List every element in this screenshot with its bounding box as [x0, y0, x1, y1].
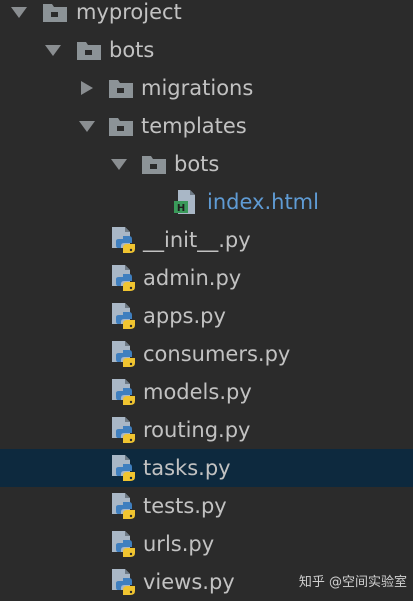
folder-icon — [109, 80, 133, 98]
python-file-icon — [112, 265, 135, 291]
tree-item-apps-py[interactable]: apps.py — [0, 297, 413, 335]
tree-item-routing-py[interactable]: routing.py — [0, 411, 413, 449]
tree-item-init-py[interactable]: __init__.py — [0, 221, 413, 259]
html-file-icon: H — [174, 190, 195, 214]
tree-item-label: templates — [141, 114, 247, 138]
tree-item-label: views.py — [143, 570, 235, 594]
tree-item-templates[interactable]: templates — [0, 107, 413, 145]
python-file-icon — [112, 569, 135, 595]
folder-icon — [77, 42, 101, 60]
python-file-icon — [112, 493, 135, 519]
watermark: 知乎 @空间实验室 — [298, 575, 407, 590]
tree-item-label: tasks.py — [143, 456, 231, 480]
python-file-icon — [112, 455, 135, 481]
tree-item-models-py[interactable]: models.py — [0, 373, 413, 411]
python-file-icon — [112, 531, 135, 557]
tree-item-tests-py[interactable]: tests.py — [0, 487, 413, 525]
chevron-down-icon[interactable] — [78, 118, 96, 134]
tree-item-label: consumers.py — [143, 342, 291, 366]
tree-item-label: bots — [174, 152, 220, 176]
tree-item-label: tests.py — [143, 494, 227, 518]
tree-item-label: admin.py — [143, 266, 242, 290]
tree-item-label: __init__.py — [143, 228, 251, 252]
tree-item-label: models.py — [143, 380, 252, 404]
python-file-icon — [112, 341, 135, 367]
folder-icon — [43, 4, 67, 22]
tree-item-index-html[interactable]: H index.html — [0, 183, 413, 221]
python-file-icon — [112, 417, 135, 443]
tree-item-label: routing.py — [143, 418, 251, 442]
tree-item-tasks-py[interactable]: tasks.py — [0, 449, 413, 487]
tree-item-consumers-py[interactable]: consumers.py — [0, 335, 413, 373]
folder-icon — [109, 118, 133, 136]
tree-item-label: apps.py — [143, 304, 226, 328]
folder-icon — [142, 156, 166, 174]
tree-item-label: myproject — [76, 0, 182, 24]
python-file-icon — [112, 227, 135, 253]
tree-item-bots[interactable]: bots — [0, 31, 413, 69]
tree-item-templates-bots[interactable]: bots — [0, 145, 413, 183]
tree-item-label: bots — [109, 38, 155, 62]
chevron-down-icon[interactable] — [10, 4, 28, 20]
python-file-icon — [112, 303, 135, 329]
tree-item-label: urls.py — [143, 532, 215, 556]
tree-item-label: index.html — [207, 190, 319, 214]
chevron-down-icon[interactable] — [110, 156, 128, 172]
tree-item-urls-py[interactable]: urls.py — [0, 525, 413, 563]
tree-item-migrations[interactable]: migrations — [0, 69, 413, 107]
tree-item-myproject[interactable]: myproject — [0, 0, 413, 31]
svg-text:H: H — [177, 203, 185, 214]
tree-item-label: migrations — [141, 76, 254, 100]
chevron-down-icon[interactable] — [44, 42, 62, 58]
tree-item-admin-py[interactable]: admin.py — [0, 259, 413, 297]
project-tree: myproject bots migrations templates bots… — [0, 0, 413, 601]
chevron-right-icon[interactable] — [78, 80, 96, 96]
python-file-icon — [112, 379, 135, 405]
